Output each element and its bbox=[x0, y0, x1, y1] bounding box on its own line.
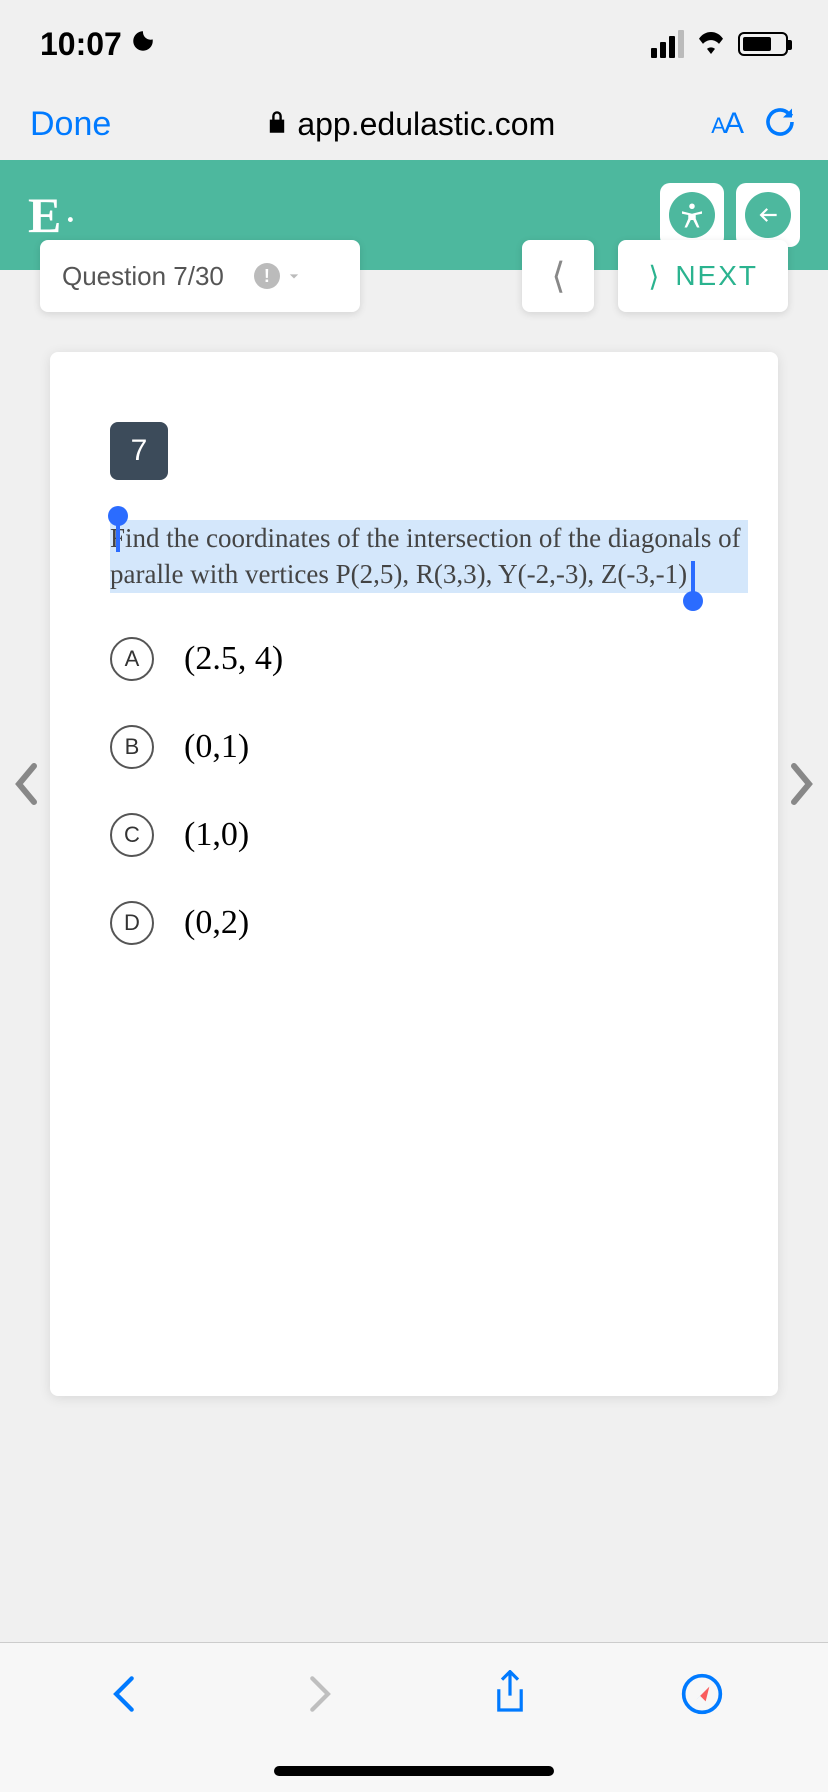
lock-icon bbox=[267, 110, 287, 139]
info-icon: ! bbox=[254, 263, 280, 289]
done-button[interactable]: Done bbox=[30, 105, 111, 144]
back-arrow-icon bbox=[745, 192, 791, 238]
reload-icon[interactable] bbox=[762, 104, 798, 145]
toolbar-safari-button[interactable] bbox=[677, 1669, 727, 1719]
answer-letter: A bbox=[110, 637, 154, 681]
chevron-left-icon: ⟨ bbox=[551, 255, 565, 297]
question-counter-label: Question 7/30 bbox=[62, 261, 224, 292]
chevron-right-icon: ⟩ bbox=[648, 260, 661, 293]
home-indicator[interactable] bbox=[274, 1766, 554, 1776]
url-text: app.edulastic.com bbox=[297, 106, 555, 143]
status-time: 10:07 bbox=[40, 26, 122, 63]
accessibility-icon bbox=[669, 192, 715, 238]
cellular-signal-icon bbox=[651, 30, 684, 58]
back-button[interactable] bbox=[736, 183, 800, 247]
status-bar: 10:07 bbox=[0, 0, 828, 88]
answer-option-a[interactable]: A (2.5, 4) bbox=[110, 637, 748, 681]
accessibility-button[interactable] bbox=[660, 183, 724, 247]
status-right bbox=[651, 30, 788, 59]
answer-text: (0,1) bbox=[184, 728, 249, 766]
question-card: 7 Find the coordinates of the intersecti… bbox=[50, 352, 778, 1396]
answer-list: A (2.5, 4) B (0,1) C (1,0) D (0,2) bbox=[110, 637, 748, 945]
toolbar-share-button[interactable] bbox=[485, 1669, 535, 1719]
prev-question-button[interactable]: ⟨ bbox=[522, 240, 594, 312]
url-area[interactable]: app.edulastic.com bbox=[131, 106, 691, 143]
toolbar-forward-button bbox=[293, 1669, 343, 1719]
chevron-down-icon bbox=[284, 266, 304, 286]
answer-letter: C bbox=[110, 813, 154, 857]
question-text[interactable]: Find the coordinates of the intersection… bbox=[110, 520, 748, 593]
selection-handle-start[interactable] bbox=[108, 506, 128, 526]
next-question-button[interactable]: ⟩ NEXT bbox=[618, 240, 788, 312]
answer-text: (1,0) bbox=[184, 816, 249, 854]
selection-handle-end[interactable] bbox=[683, 591, 703, 611]
edulastic-logo[interactable]: E· bbox=[28, 186, 79, 244]
answer-letter: B bbox=[110, 725, 154, 769]
answer-letter: D bbox=[110, 901, 154, 945]
battery-icon bbox=[738, 32, 788, 56]
question-number-badge: 7 bbox=[110, 422, 168, 480]
question-nav-row: Question 7/30 ! ⟨ ⟩ NEXT bbox=[0, 240, 828, 312]
answer-text: (2.5, 4) bbox=[184, 640, 283, 678]
dnd-moon-icon bbox=[130, 28, 156, 61]
answer-option-c[interactable]: C (1,0) bbox=[110, 813, 748, 857]
text-size-button[interactable]: AA bbox=[711, 107, 742, 141]
status-left: 10:07 bbox=[40, 26, 156, 63]
card-next-arrow[interactable] bbox=[782, 760, 818, 820]
toolbar-back-button[interactable] bbox=[101, 1669, 151, 1719]
answer-option-d[interactable]: D (0,2) bbox=[110, 901, 748, 945]
safari-toolbar bbox=[0, 1642, 828, 1792]
wifi-icon bbox=[694, 30, 728, 59]
answer-option-b[interactable]: B (0,1) bbox=[110, 725, 748, 769]
browser-address-bar: Done app.edulastic.com AA bbox=[0, 88, 828, 160]
next-label: NEXT bbox=[675, 260, 758, 292]
card-prev-arrow[interactable] bbox=[10, 760, 46, 820]
question-dropdown-toggle: ! bbox=[254, 263, 304, 289]
question-selector[interactable]: Question 7/30 ! bbox=[40, 240, 360, 312]
answer-text: (0,2) bbox=[184, 904, 249, 942]
